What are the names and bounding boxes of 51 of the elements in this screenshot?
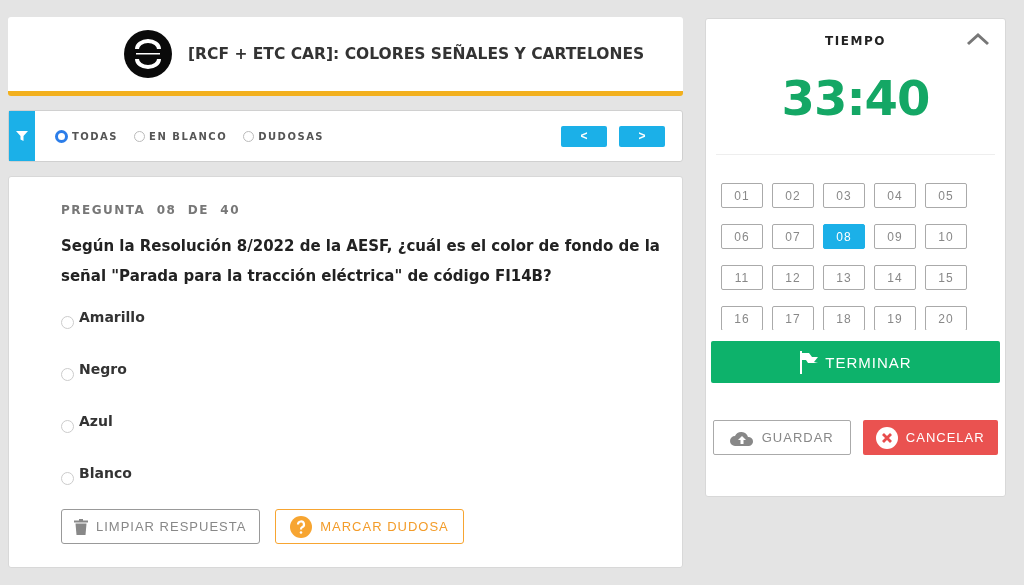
clear-answer-button[interactable]: LIMPIAR RESPUESTA	[61, 509, 260, 544]
mark-doubtful-button[interactable]: MARCAR DUDOSA	[275, 509, 464, 544]
question-number-button[interactable]: 18	[823, 306, 865, 330]
question-number-button[interactable]: 15	[925, 265, 967, 290]
answer-label[interactable]: Azul	[79, 413, 113, 429]
filter-option[interactable]: DUDOSAS	[243, 129, 325, 143]
cancel-button[interactable]: CANCELAR	[862, 420, 998, 455]
question-text: Según la Resolución 8/2022 de la AESF, ¿cuál es el color de fondo de la señal "Parada para la tracción eléctrica" de código FI14B?	[61, 236, 661, 287]
filter-option[interactable]: EN BLANCO	[134, 129, 228, 143]
nav-button[interactable]: >	[619, 125, 665, 147]
nav-button[interactable]: <	[561, 125, 607, 147]
question-number-button[interactable]: 06	[721, 224, 763, 249]
finish-button[interactable]: TERMINAR	[711, 341, 1000, 383]
cloud-upload-icon	[729, 429, 754, 446]
save-button[interactable]: GUARDAR	[713, 420, 851, 455]
question-number-button[interactable]: 05	[925, 183, 967, 208]
flag-icon	[799, 350, 820, 374]
question-number-button[interactable]: 12	[772, 265, 814, 290]
question-number-button[interactable]: 03	[823, 183, 865, 208]
logo-icon	[124, 30, 172, 78]
collapse-chevron-icon[interactable]	[966, 32, 990, 46]
question-number-button[interactable]: 14	[874, 265, 916, 290]
radio[interactable]	[55, 129, 68, 143]
question-number-button[interactable]: 02	[772, 183, 814, 208]
filter-icon[interactable]	[9, 111, 35, 161]
question-number-button[interactable]: 17	[772, 306, 814, 330]
question-number-button[interactable]: 09	[874, 224, 916, 249]
question-counter: PREGUNTA 08 DE 40	[61, 203, 242, 217]
filter-label: EN BLANCO	[149, 130, 228, 142]
question-number-button[interactable]: 20	[925, 306, 967, 330]
close-icon	[875, 426, 898, 449]
quiz-title: [RCF + ETC CAR]: COLORES SEÑALES Y CARTELONES	[188, 45, 645, 63]
answer-label[interactable]: Amarillo	[79, 309, 145, 325]
question-number-button[interactable]: 16	[721, 306, 763, 330]
question-number-button[interactable]: 11	[721, 265, 763, 290]
filter-label: TODAS	[72, 130, 119, 142]
question-number-button[interactable]: 08	[823, 224, 865, 249]
answer-label[interactable]: Blanco	[79, 465, 132, 481]
question-number-button[interactable]: 01	[721, 183, 763, 208]
timer-value: 33:40	[780, 70, 931, 126]
question-number-button[interactable]: 10	[925, 224, 967, 249]
question-icon	[290, 515, 313, 538]
filter-option[interactable]: TODAS	[55, 129, 119, 143]
question-number-button[interactable]: 19	[874, 306, 916, 330]
question-number-button[interactable]: 04	[874, 183, 916, 208]
trash-icon	[74, 518, 88, 535]
filter-label: DUDOSAS	[258, 130, 325, 142]
answer-label[interactable]: Negro	[79, 361, 127, 377]
question-number-button[interactable]: 13	[823, 265, 865, 290]
timer-title: TIEMPO	[825, 34, 886, 48]
question-number-button[interactable]: 07	[772, 224, 814, 249]
